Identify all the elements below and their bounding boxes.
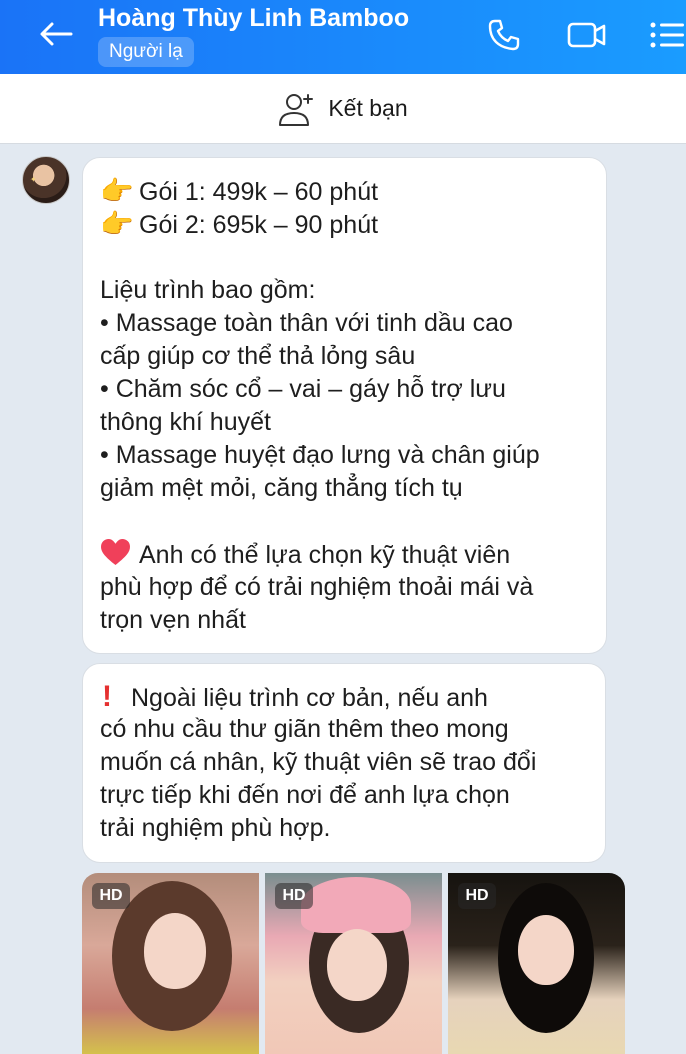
photo-thumbnail[interactable]: HD [448, 873, 625, 1054]
message-bubble[interactable]: ! Ngoài liệu trình cơ bản, nếu anh có nhu… [82, 663, 606, 863]
heart-icon [101, 538, 130, 566]
phone-icon [488, 19, 520, 51]
message-line: cấp giúp cơ thể thả lỏng sâu [100, 342, 416, 370]
video-call-button[interactable] [564, 14, 610, 56]
photo-face [327, 929, 387, 1001]
exclamation-icon: ! [102, 680, 112, 713]
pointing-hand-icon: 👉 [100, 176, 134, 206]
back-button[interactable] [32, 14, 80, 54]
add-friend-button[interactable]: Kết bạn [0, 74, 686, 144]
sender-avatar[interactable]: ✦ [22, 156, 70, 204]
message-line: có nhu cầu thư giãn thêm theo mong [100, 715, 509, 743]
menu-button[interactable] [648, 14, 686, 56]
hd-badge: HD [275, 883, 313, 909]
hd-badge: HD [458, 883, 496, 909]
message-line: Anh có thể lựa chọn kỹ thuật viên [100, 538, 592, 571]
message-line: giảm mệt mỏi, căng thẳng tích tụ [100, 474, 463, 502]
message-line: • Chăm sóc cổ – vai – gáy hỗ trợ lưu [100, 375, 506, 403]
add-friend-label: Kết bạn [328, 95, 408, 121]
pointing-hand-icon: 👉 [100, 209, 134, 239]
message-line: Liệu trình bao gồm: [100, 276, 316, 304]
arrow-left-icon [40, 22, 73, 46]
chat-header: Hoàng Thùy Linh Bamboo Người lạ [0, 0, 686, 74]
hd-badge: HD [92, 883, 130, 909]
photo-thumbnail[interactable]: HD [265, 873, 442, 1054]
message-line: ! Ngoài liệu trình cơ bản, nếu anh [102, 680, 488, 713]
list-menu-icon [650, 22, 684, 48]
photo-cap [301, 877, 411, 933]
message-line: • Massage huyệt đạo lưng và chân giúp [100, 441, 540, 469]
photo-face [518, 915, 574, 985]
message-line: trực tiếp khi đến nơi để anh lựa chọn [100, 781, 510, 809]
add-person-icon [279, 93, 314, 126]
message-line: muốn cá nhân, kỹ thuật viên sẽ trao đổi [100, 748, 537, 776]
message-line: phù hợp để có trải nghiệm thoải mái và [100, 573, 534, 601]
message-line: 👉 Gói 2: 695k – 90 phút [100, 209, 379, 239]
call-button[interactable] [482, 14, 526, 56]
contact-name[interactable]: Hoàng Thùy Linh Bamboo [98, 4, 409, 33]
message-line: trọn vẹn nhất [100, 606, 246, 634]
message-line: 👉 Gói 1: 499k – 60 phút [100, 176, 379, 206]
video-camera-icon [567, 22, 606, 48]
photo-face [144, 913, 206, 989]
message-line: thông khí huyết [100, 408, 271, 436]
message-bubble[interactable]: 👉 Gói 1: 499k – 60 phút 👉 Gói 2: 695k – 90… [82, 157, 607, 654]
photo-thumbnail[interactable]: HD [82, 873, 259, 1054]
avatar-logo: ✦ [30, 175, 37, 184]
stranger-badge: Người lạ [98, 37, 194, 67]
message-line: • Massage toàn thân với tinh dầu cao [100, 309, 513, 337]
message-line: trải nghiệm phù hợp. [100, 814, 331, 842]
